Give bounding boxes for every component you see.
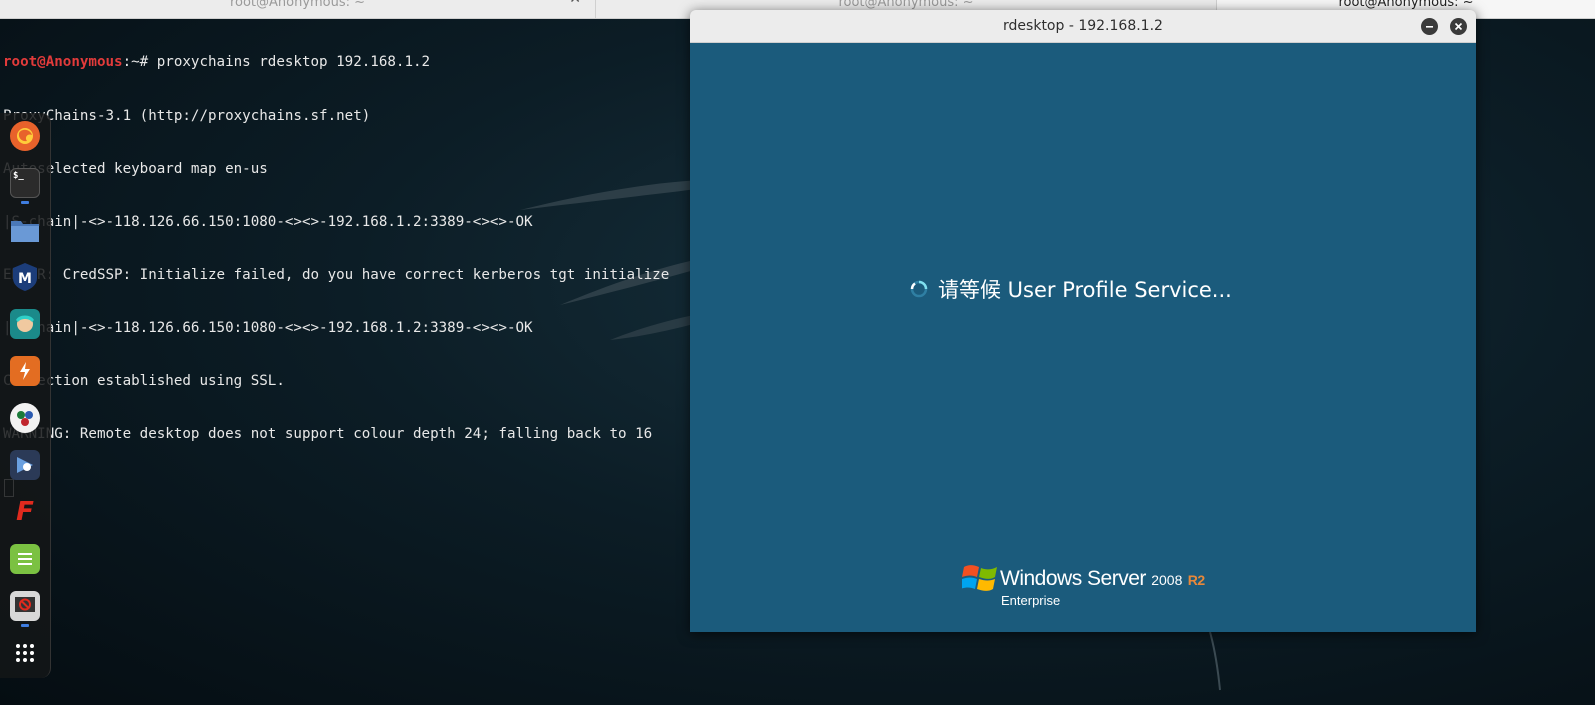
minimize-icon (1426, 26, 1433, 28)
maltego-icon[interactable] (10, 403, 40, 433)
leafpad-icon[interactable] (10, 544, 40, 574)
close-icon (1454, 22, 1463, 31)
app-grid-icon[interactable] (10, 638, 40, 668)
tab-label: root@Anonymous: ~ (1338, 0, 1474, 10)
windows-server-logo: Windows Server 2008 R2 Enterprise (962, 559, 1222, 619)
tab-label: root@Anonymous: ~ (838, 0, 974, 10)
dock: $_ M F (0, 113, 51, 678)
terminal-output[interactable]: root@Anonymous:~# proxychains rdesktop 1… (0, 19, 700, 498)
brand-r2: R2 (1187, 572, 1205, 588)
screenshot-icon[interactable] (10, 591, 40, 621)
loading-status: 请等候 User Profile Service... (910, 275, 1232, 303)
brand-name: Windows Server 2008 R2 (1000, 567, 1205, 591)
svg-text:M: M (18, 271, 32, 287)
terminal-line: ProxyChains-3.1 (http://proxychains.sf.n… (3, 107, 371, 124)
rdesktop-window: rdesktop - 192.168.1.2 请等候 User Profile … (690, 10, 1476, 632)
armitage-icon[interactable] (10, 309, 40, 339)
prompt-path: :~# (122, 54, 157, 71)
brand-product: Windows Server (1000, 567, 1146, 590)
close-button[interactable] (1450, 18, 1467, 35)
brand-version: 2008 (1151, 572, 1183, 588)
terminal-tab-1[interactable]: root@Anonymous: ~ ✕ (0, 0, 596, 18)
terminal-line: |S-chain|-<>-118.126.66.150:1080-<><>-19… (3, 213, 533, 230)
command-text: proxychains rdesktop 192.168.1.2 (156, 54, 431, 71)
beef-icon[interactable] (10, 450, 40, 480)
windows-flag-icon (962, 565, 997, 591)
running-indicator (21, 201, 29, 204)
tab-label: root@Anonymous: ~ (229, 0, 366, 10)
terminal-line: Connection established using SSL. (3, 372, 285, 389)
terminal-line: ERROR: CredSSP: Initialize failed, do yo… (3, 266, 670, 283)
burpsuite-icon[interactable] (10, 356, 40, 386)
terminal-line: Autoselected keyboard map en-us (3, 160, 268, 177)
terminal-line: WARNING: Remote desktop does not support… (3, 426, 653, 443)
window-title: rdesktop - 192.168.1.2 (1003, 18, 1163, 34)
terminal-icon[interactable]: $_ (10, 168, 40, 198)
terminal-line: |S-chain|-<>-118.126.66.150:1080-<><>-19… (3, 319, 533, 336)
brand-edition: Enterprise (1001, 593, 1061, 608)
prompt-user: root@Anonymous (3, 54, 123, 71)
close-icon[interactable]: ✕ (569, 0, 581, 8)
minimize-button[interactable] (1421, 18, 1438, 35)
terminal-command-line: root@Anonymous:~# proxychains rdesktop 1… (0, 54, 700, 72)
firefox-icon[interactable] (10, 121, 40, 151)
status-text: 请等候 User Profile Service... (938, 278, 1232, 302)
remote-desktop-screen[interactable]: 请等候 User Profile Service... Windows Serv… (690, 43, 1476, 632)
terminal-cursor-line (0, 479, 700, 498)
metasploit-icon[interactable]: M (10, 262, 40, 292)
files-icon[interactable] (10, 215, 40, 245)
faraday-icon[interactable]: F (10, 497, 40, 527)
loading-spinner-icon (910, 280, 928, 298)
window-titlebar[interactable]: rdesktop - 192.168.1.2 (690, 10, 1476, 43)
running-indicator (21, 624, 29, 627)
